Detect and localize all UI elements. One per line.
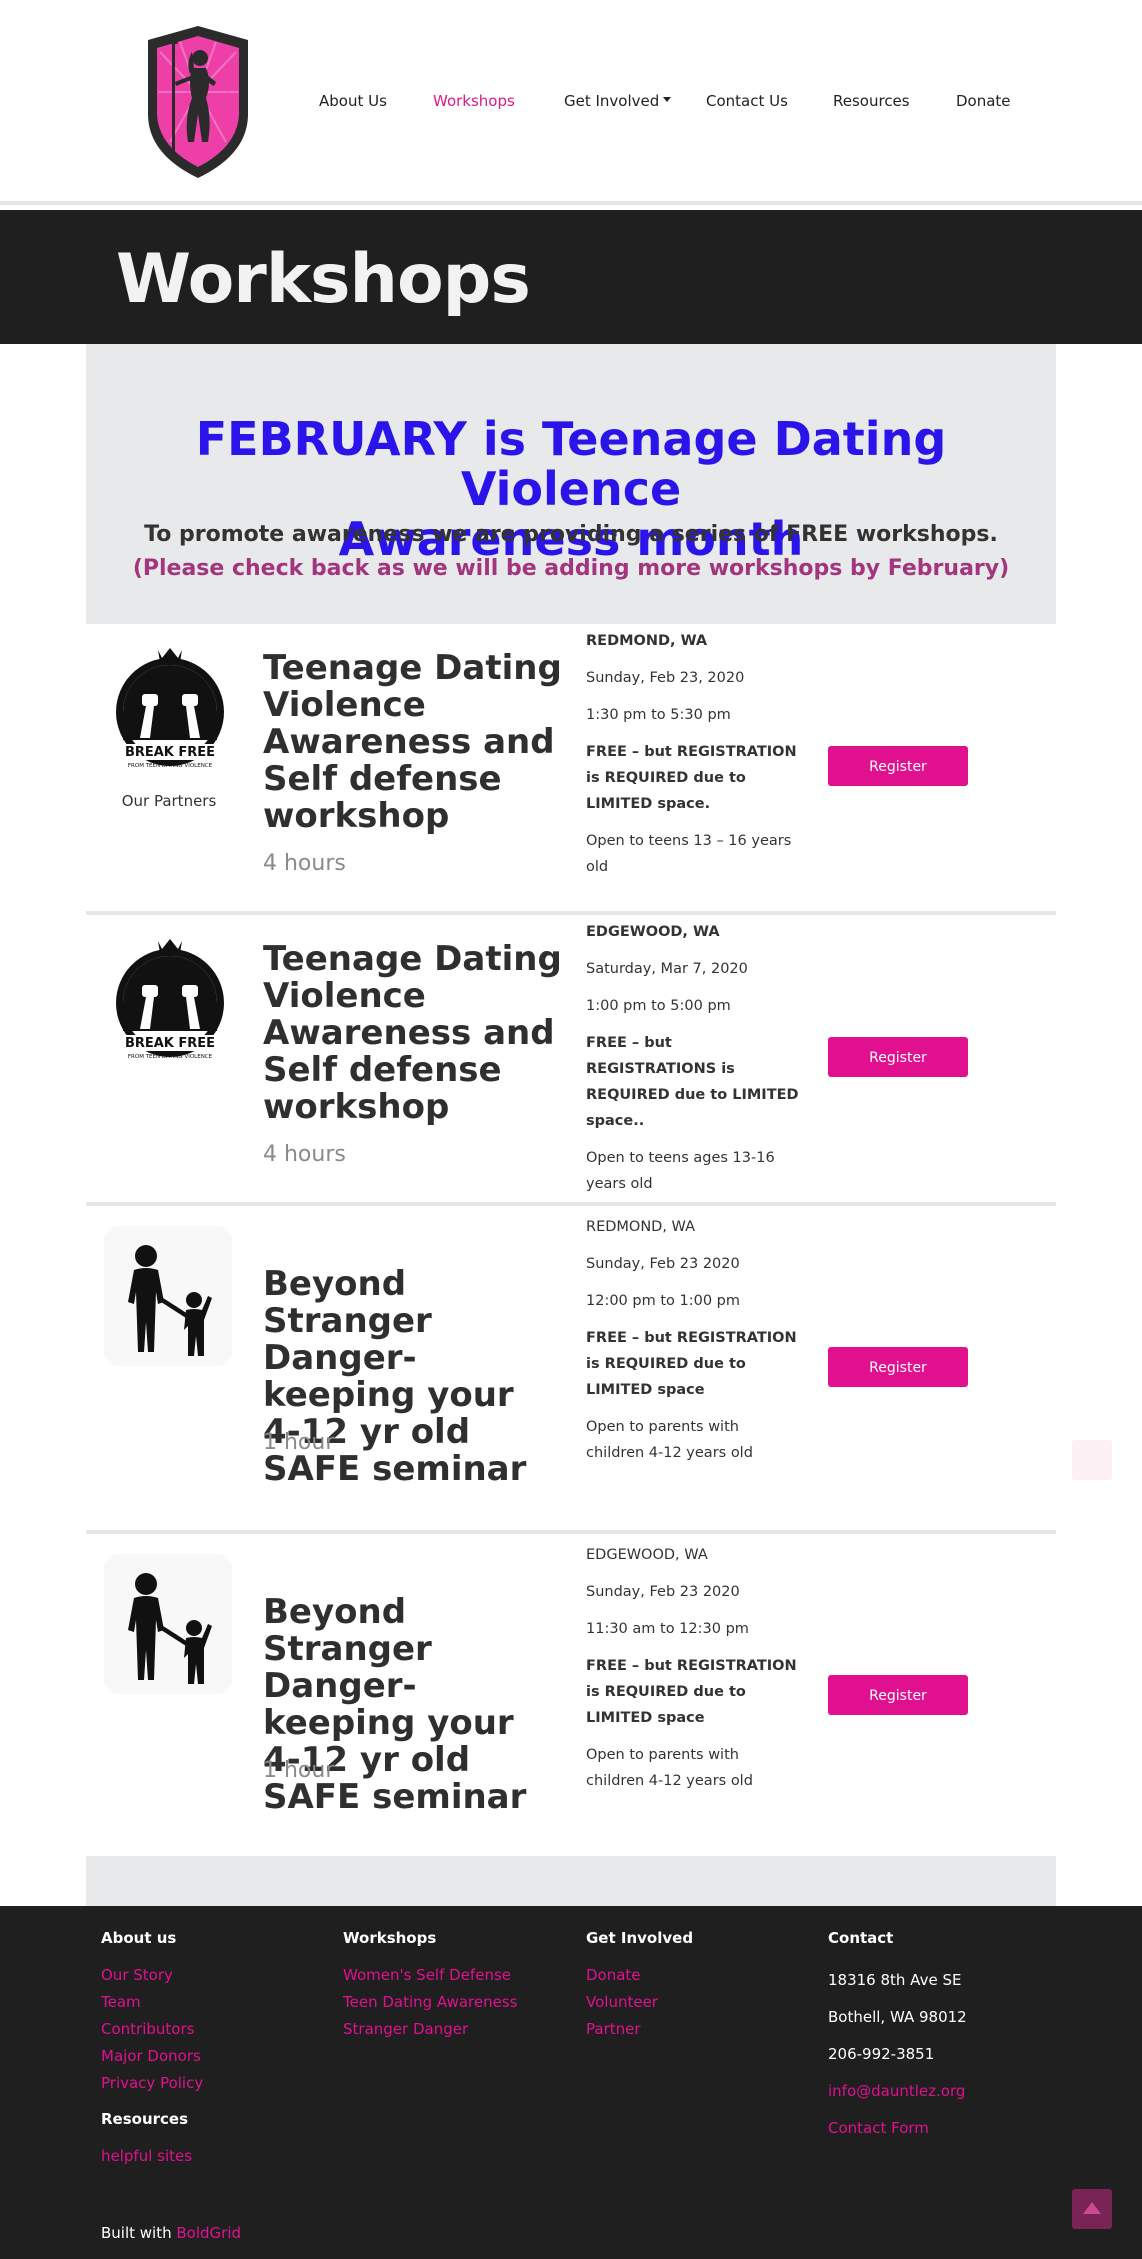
- footer-link-helpful-sites[interactable]: helpful sites: [101, 2143, 203, 2170]
- workshop-details: EDGEWOOD, WA Saturday, Mar 7, 2020 1:00 …: [586, 919, 801, 1197]
- partner-label: Our Partners: [121, 792, 217, 810]
- footer-link-our-story[interactable]: Our Story: [101, 1962, 203, 1989]
- footer-contact-column: Contact 18316 8th Ave SE Bothell, WA 980…: [828, 1924, 967, 2147]
- workshop-time: 1:00 pm to 5:00 pm: [586, 998, 731, 1014]
- page-title: Workshops: [116, 240, 531, 319]
- footer-contact-heading: Contact: [828, 1929, 894, 1947]
- boldgrid-link[interactable]: BoldGrid: [176, 2224, 241, 2242]
- parent-child-icon: [104, 1554, 232, 1694]
- nav-workshops[interactable]: Workshops: [433, 92, 515, 110]
- awareness-headline-line1: FEBRUARY is Teenage Dating Violence: [195, 412, 947, 516]
- workshop-free-note: FREE – but REGISTRATION is REQUIRED due …: [586, 744, 797, 812]
- footer-email-link[interactable]: info@dauntlez.org: [828, 2073, 967, 2110]
- footer-link-major-donors[interactable]: Major Donors: [101, 2043, 203, 2070]
- footer-workshops-heading: Workshops: [343, 1929, 437, 1947]
- workshop-audience: Open to teens ages 13-16 years old: [586, 1150, 775, 1192]
- workshop-row: Beyond Stranger Danger- keeping your 4-1…: [86, 1534, 1056, 1834]
- content-bottom-bar: [86, 1856, 1056, 1906]
- site-footer: About us Our Story Team Contributors Maj…: [0, 1906, 1142, 2259]
- workshop-audience: Open to parents with children 4-12 years…: [586, 1419, 753, 1461]
- footer-link-privacy-policy[interactable]: Privacy Policy: [101, 2070, 203, 2097]
- site-header: About Us Workshops Get Involved Contact …: [0, 0, 1142, 205]
- workshop-title: Teenage Dating Violence Awareness and Se…: [263, 939, 562, 1127]
- break-free-logo: BREAK FREE FROM TEEN DATING VIOLENCE: [116, 648, 224, 769]
- footer-phone: 206-992-3851: [828, 2045, 935, 2063]
- break-free-logo: BREAK FREE FROM TEEN DATING VIOLENCE: [116, 939, 224, 1060]
- scroll-to-top-button[interactable]: [1072, 2189, 1112, 2229]
- footer-link-volunteer[interactable]: Volunteer: [586, 1989, 693, 2016]
- workshop-duration: 4 hours: [263, 851, 346, 876]
- workshop-date: Sunday, Feb 23, 2020: [586, 670, 745, 686]
- workshop-details: REDMOND, WA Sunday, Feb 23 2020 12:00 pm…: [586, 1214, 801, 1466]
- footer-link-teen-dating-awareness[interactable]: Teen Dating Awareness: [343, 1989, 517, 2016]
- workshop-time: 11:30 am to 12:30 pm: [586, 1621, 749, 1637]
- page-title-banner: Workshops: [0, 210, 1142, 344]
- workshop-date: Saturday, Mar 7, 2020: [586, 961, 748, 977]
- workshop-free-note: FREE – but REGISTRATIONS is REQUIRED due…: [586, 1035, 799, 1129]
- built-with: Built with BoldGrid: [101, 2224, 241, 2242]
- nav-get-involved-label: Get Involved: [564, 92, 660, 110]
- footer-get-involved-heading: Get Involved: [586, 1929, 694, 1947]
- workshop-duration: 1 hour: [263, 1430, 335, 1455]
- workshop-audience: Open to parents with children 4-12 years…: [586, 1747, 753, 1789]
- workshop-free-note: FREE – but REGISTRATION is REQUIRED due …: [586, 1658, 797, 1726]
- workshop-time: 12:00 pm to 1:00 pm: [586, 1293, 740, 1309]
- nav-contact-us[interactable]: Contact Us: [706, 92, 788, 110]
- workshop-details: EDGEWOOD, WA Sunday, Feb 23 2020 11:30 a…: [586, 1542, 801, 1794]
- parent-child-icon: [104, 1226, 232, 1366]
- nav-about-us[interactable]: About Us: [319, 92, 387, 110]
- nav-resources[interactable]: Resources: [833, 92, 910, 110]
- svg-text:BREAK FREE: BREAK FREE: [125, 1036, 215, 1051]
- nav-donate[interactable]: Donate: [956, 92, 1011, 110]
- workshop-details: REDMOND, WA Sunday, Feb 23, 2020 1:30 pm…: [586, 628, 801, 880]
- workshop-location: EDGEWOOD, WA: [586, 1547, 708, 1563]
- workshop-duration: 1 hour: [263, 1758, 335, 1783]
- workshop-time: 1:30 pm to 5:30 pm: [586, 707, 731, 723]
- svg-text:FROM TEEN DATING VIOLENCE: FROM TEEN DATING VIOLENCE: [128, 1054, 213, 1060]
- footer-link-team[interactable]: Team: [101, 1989, 203, 2016]
- workshop-free-note: FREE – but REGISTRATION is REQUIRED due …: [586, 1330, 797, 1398]
- main-nav: About Us Workshops Get Involved Contact …: [0, 92, 1142, 116]
- workshop-location: REDMOND, WA: [586, 633, 708, 649]
- footer-address-line2: Bothell, WA 98012: [828, 2008, 967, 2026]
- register-button[interactable]: Register: [828, 746, 968, 786]
- footer-about-heading: About us: [101, 1929, 177, 1947]
- footer-resources-heading: Resources: [101, 2110, 189, 2128]
- intro-subheading: To promote awareness we are providing a …: [144, 522, 998, 547]
- footer-get-involved-column: Get Involved Donate Volunteer Partner: [586, 1924, 693, 2043]
- svg-text:BREAK FREE: BREAK FREE: [125, 745, 215, 760]
- workshop-row: Beyond Stranger Danger- keeping your 4-1…: [86, 1206, 1056, 1534]
- workshop-audience: Open to teens 13 – 16 years old: [586, 833, 792, 875]
- footer-workshops-column: Workshops Women's Self Defense Teen Dati…: [343, 1924, 517, 2043]
- footer-link-partner[interactable]: Partner: [586, 2016, 693, 2043]
- workshop-duration: 4 hours: [263, 1142, 346, 1167]
- footer-address-line1: 18316 8th Ave SE: [828, 1971, 962, 1989]
- nav-get-involved[interactable]: Get Involved: [564, 92, 672, 110]
- workshop-row: BREAK FREE FROM TEEN DATING VIOLENCE Tee…: [86, 915, 1056, 1206]
- workshop-date: Sunday, Feb 23 2020: [586, 1256, 740, 1272]
- footer-contact-form-link[interactable]: Contact Form: [828, 2110, 967, 2147]
- built-with-label: Built with: [101, 2224, 172, 2242]
- register-button[interactable]: Register: [828, 1675, 968, 1715]
- footer-link-stranger-danger[interactable]: Stranger Danger: [343, 2016, 517, 2043]
- footer-about-column: About us Our Story Team Contributors Maj…: [101, 1924, 203, 2170]
- footer-link-contributors[interactable]: Contributors: [101, 2016, 203, 2043]
- chevron-down-icon: [663, 97, 672, 102]
- register-button[interactable]: Register: [828, 1347, 968, 1387]
- workshop-location: EDGEWOOD, WA: [586, 924, 720, 940]
- footer-link-donate[interactable]: Donate: [586, 1962, 693, 1989]
- workshop-row: BREAK FREE FROM TEEN DATING VIOLENCE Our…: [86, 624, 1056, 915]
- floating-widget[interactable]: [1072, 1440, 1112, 1480]
- svg-text:FROM TEEN DATING VIOLENCE: FROM TEEN DATING VIOLENCE: [128, 763, 213, 769]
- workshop-location: REDMOND, WA: [586, 1219, 696, 1235]
- workshop-date: Sunday, Feb 23 2020: [586, 1584, 740, 1600]
- footer-link-womens-self-defense[interactable]: Women's Self Defense: [343, 1962, 517, 1989]
- register-button[interactable]: Register: [828, 1037, 968, 1077]
- intro-section: FEBRUARY is Teenage Dating Violence Awar…: [86, 344, 1056, 624]
- workshop-title: Teenage Dating Violence Awareness and Se…: [263, 648, 562, 836]
- intro-note: (Please check back as we will be adding …: [132, 556, 1010, 581]
